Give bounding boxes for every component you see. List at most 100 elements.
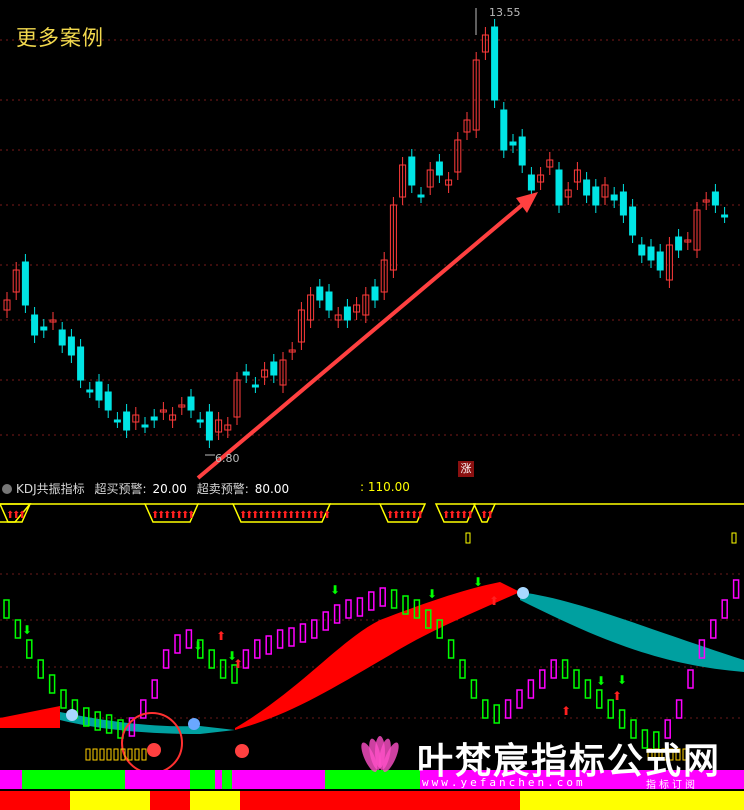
kdj-step xyxy=(356,597,364,617)
low-price-label: 6.80 xyxy=(215,452,240,465)
kdj-step xyxy=(311,619,318,639)
signal-arrow: ⬆ xyxy=(216,629,226,643)
kdj-step xyxy=(276,629,284,649)
kdj-step xyxy=(288,627,295,647)
kdj-step xyxy=(299,623,307,643)
signal-arrow: ⬇ xyxy=(330,583,340,597)
bottom-yellow-bar xyxy=(134,748,140,761)
sell-warning-label: 超卖预警: xyxy=(196,482,249,496)
candle-body xyxy=(518,136,526,166)
signal-arrow: ⬇ xyxy=(596,674,606,688)
bottom-yellow-bar xyxy=(99,748,105,761)
strip-top xyxy=(325,770,420,789)
kdj-step xyxy=(550,659,557,679)
bull-band xyxy=(235,582,520,730)
bottom-yellow-bar xyxy=(127,748,133,761)
candlesticks xyxy=(3,8,729,456)
signal-arrow: ⬇ xyxy=(427,587,437,601)
strip-top xyxy=(190,770,215,789)
bottom-yellow-bar xyxy=(85,748,91,761)
kdj-step xyxy=(345,599,352,619)
candle-body xyxy=(123,411,131,431)
strip-top xyxy=(232,770,325,789)
collapse-icon[interactable] xyxy=(2,484,12,494)
kdj-step xyxy=(561,659,569,679)
watermark-subtitle: 指标订阅 xyxy=(646,780,698,791)
cross-dot xyxy=(188,718,200,730)
candle-body xyxy=(343,306,351,321)
indicator-header: KDJ共振指标 超买预警: 20.00 超卖预警: 80.00 : 110.00 xyxy=(0,480,410,496)
bottom-yellow-bar xyxy=(113,748,119,761)
kdj-step xyxy=(539,669,546,689)
kdj-step xyxy=(470,679,478,699)
candle-body xyxy=(113,419,121,423)
signal-arrow: ⬆ xyxy=(612,689,622,703)
candle-body xyxy=(150,416,158,421)
buy-ball xyxy=(147,743,161,757)
price-grid xyxy=(0,39,744,719)
chart-canvas: ⬆⬆⬆ ⬆⬆⬆⬆⬆⬆⬆ ⬆⬆⬆⬆⬆⬆⬆⬆⬆⬆⬆⬆⬆⬆⬆ ⬆⬆⬆⬆⬆⬆ ⬆⬆⬆⬆⬆ ⬆⬆⬇⬇… xyxy=(0,6,744,810)
candle-body xyxy=(58,329,66,346)
strip-top xyxy=(222,770,232,789)
kdj-step xyxy=(26,639,33,659)
strip-bottom xyxy=(70,791,150,810)
candle-body xyxy=(592,186,600,206)
candle-body xyxy=(656,251,664,271)
candle-body xyxy=(610,194,618,201)
threshold-value: : 110.00 xyxy=(360,480,410,494)
candle-body xyxy=(629,206,637,236)
bottom-yellow-bar xyxy=(141,748,147,761)
kdj-step xyxy=(37,659,44,679)
candle-body xyxy=(583,179,591,196)
signal-arrow: ⬇ xyxy=(617,673,627,687)
candle-body xyxy=(325,291,333,311)
kdj-step xyxy=(322,611,329,631)
strip-bottom xyxy=(240,791,520,810)
candle-body xyxy=(242,371,250,376)
bottom-yellow-bar xyxy=(106,748,112,761)
strip-top xyxy=(22,770,125,789)
signal-box xyxy=(465,532,471,544)
kdj-step xyxy=(459,659,466,679)
strip-bottom xyxy=(0,791,70,810)
kdj-step xyxy=(584,679,592,699)
buy-arrow-mark: ⬆ xyxy=(18,510,26,521)
signal-arrow: ⬆ xyxy=(561,704,571,718)
buy-arrow-mark: ⬆ xyxy=(466,510,474,521)
signal-arrow: ⬇ xyxy=(473,575,483,589)
candle-body xyxy=(251,384,259,388)
bull-band xyxy=(0,706,60,728)
candle-body xyxy=(205,411,213,441)
kdj-step xyxy=(675,699,683,719)
kdj-step xyxy=(482,699,489,719)
kdj-step xyxy=(60,689,67,709)
cross-dot xyxy=(66,709,78,721)
buy-warning-value: 20.00 xyxy=(152,482,187,496)
highlight-circle xyxy=(121,712,183,774)
candle-body xyxy=(31,314,39,336)
kdj-step xyxy=(504,699,512,719)
kdj-step xyxy=(151,679,158,699)
more-cases-link[interactable]: 更多案例 xyxy=(16,22,104,52)
indicator-name: KDJ共振指标 xyxy=(16,482,85,496)
cross-dot xyxy=(517,587,529,599)
trend-arrow-line xyxy=(196,198,530,480)
candle-body xyxy=(647,246,655,261)
high-price-label: 13.55 xyxy=(489,6,521,19)
candle-body xyxy=(67,336,75,356)
candle-body xyxy=(555,169,563,206)
kdj-step xyxy=(242,649,250,669)
strip-top xyxy=(215,770,222,789)
kdj-step xyxy=(48,674,56,694)
sell-warning-value: 80.00 xyxy=(254,482,290,496)
candle-body xyxy=(270,361,278,376)
candle-body xyxy=(619,191,627,216)
candle-body xyxy=(21,261,29,306)
kdj-step xyxy=(732,579,740,599)
up-tag: 涨 xyxy=(458,461,474,477)
candle-body xyxy=(141,424,149,428)
kdj-step xyxy=(710,619,717,639)
kdj-step xyxy=(596,689,603,709)
candle-body xyxy=(408,156,416,186)
kdj-step xyxy=(219,659,227,679)
